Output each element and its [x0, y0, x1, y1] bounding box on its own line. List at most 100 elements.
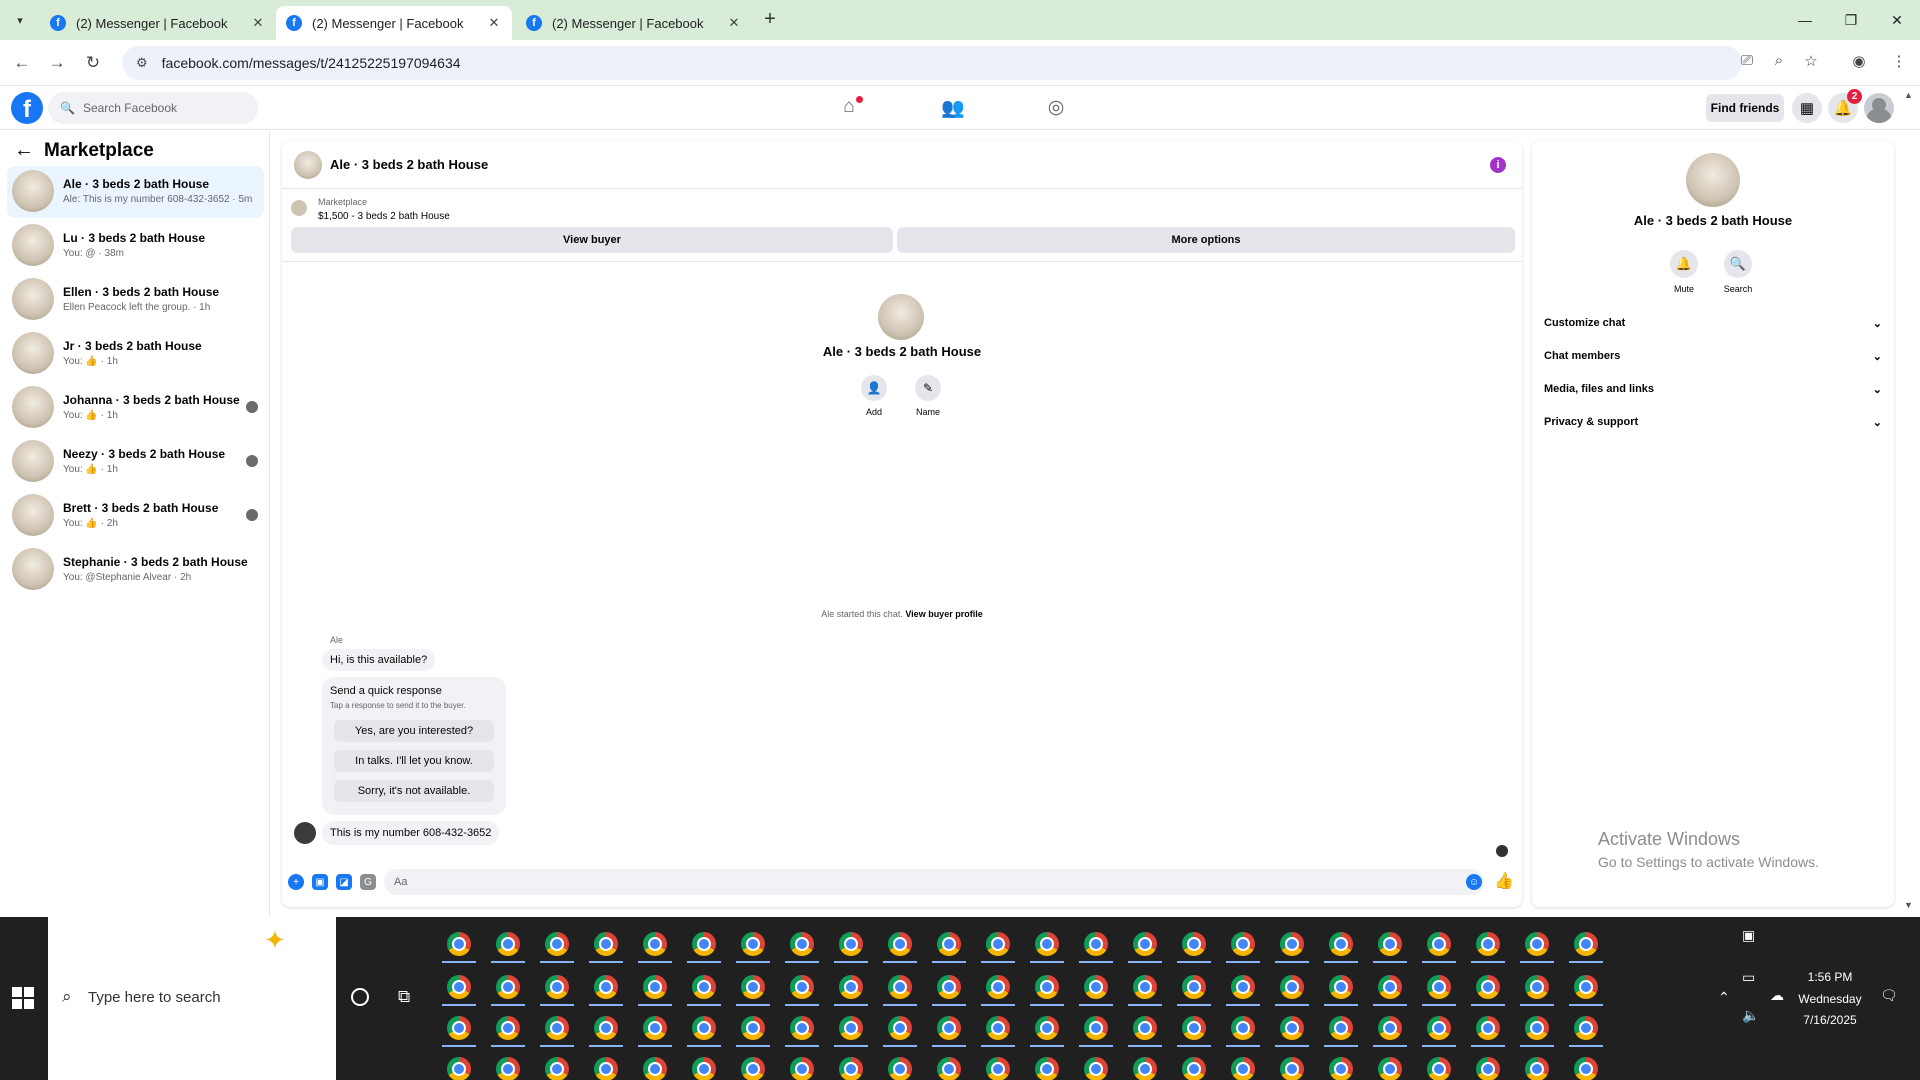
chrome-taskbar-icon[interactable] [1476, 1016, 1500, 1040]
chrome-taskbar-icon[interactable] [1574, 1057, 1598, 1080]
chrome-taskbar-icon[interactable] [986, 1016, 1010, 1040]
chrome-taskbar-icon[interactable] [496, 932, 520, 956]
chrome-taskbar-icon[interactable] [1574, 932, 1598, 956]
chrome-taskbar-icon[interactable] [741, 975, 765, 999]
chrome-taskbar-icon[interactable] [692, 932, 716, 956]
chrome-taskbar-icon[interactable] [1525, 975, 1549, 999]
friends-icon[interactable]: 👥 [940, 96, 966, 122]
chrome-taskbar-icon[interactable] [1084, 932, 1108, 956]
chrome-taskbar-icon[interactable] [1182, 1057, 1206, 1080]
message-input[interactable]: Aa [384, 869, 1484, 895]
taskbar-search-box[interactable]: ⌕ Type here to search ✦ [48, 917, 336, 1080]
menu-grid-icon[interactable]: ▦ [1792, 93, 1822, 123]
network-icon[interactable]: ▭ [1742, 969, 1755, 986]
chrome-taskbar-icon[interactable] [594, 932, 618, 956]
chrome-taskbar-icon[interactable] [1329, 932, 1353, 956]
chrome-taskbar-icon[interactable] [1525, 1057, 1549, 1080]
conversation-item[interactable]: Lu · 3 beds 2 bath House You: @ · 38m [7, 220, 264, 272]
chrome-taskbar-icon[interactable] [937, 932, 961, 956]
chrome-taskbar-icon[interactable] [692, 1057, 716, 1080]
gif-icon[interactable]: G [360, 874, 376, 890]
conversation-info-icon[interactable]: i [1490, 157, 1506, 173]
mute-action[interactable]: 🔔 Mute [1659, 250, 1709, 294]
chrome-taskbar-icon[interactable] [1035, 1016, 1059, 1040]
chrome-taskbar-icon[interactable] [1378, 1016, 1402, 1040]
search-action[interactable]: 🔍 Search [1713, 250, 1763, 294]
chrome-taskbar-icon[interactable] [888, 975, 912, 999]
notification-center-icon[interactable]: 🗨 [1880, 987, 1898, 1004]
chrome-taskbar-icon[interactable] [1427, 1057, 1451, 1080]
close-icon[interactable]: ✕ [726, 15, 742, 31]
conversation-item[interactable]: Neezy · 3 beds 2 bath House You: 👍 · 1h [7, 436, 264, 488]
chrome-taskbar-icon[interactable] [1133, 1057, 1157, 1080]
browser-tab-3[interactable]: f (2) Messenger | Facebook ✕ [516, 6, 752, 40]
chrome-taskbar-icon[interactable] [986, 932, 1010, 956]
view-buyer-profile-link[interactable]: View buyer profile [905, 609, 982, 619]
chrome-taskbar-icon[interactable] [447, 1057, 471, 1080]
chrome-taskbar-icon[interactable] [790, 932, 814, 956]
chrome-taskbar-icon[interactable] [937, 1057, 961, 1080]
chrome-taskbar-icon[interactable] [741, 1016, 765, 1040]
chrome-taskbar-icon[interactable] [496, 1016, 520, 1040]
chrome-taskbar-icon[interactable] [1133, 975, 1157, 999]
chrome-taskbar-icon[interactable] [1231, 975, 1255, 999]
chrome-taskbar-icon[interactable] [1427, 1016, 1451, 1040]
chat-title[interactable]: Ale · 3 beds 2 bath House [330, 157, 488, 172]
chrome-taskbar-icon[interactable] [839, 975, 863, 999]
chrome-taskbar-icon[interactable] [1329, 975, 1353, 999]
chrome-taskbar-icon[interactable] [496, 1057, 520, 1080]
name-chat-action[interactable]: ✎ Name [903, 375, 953, 417]
tray-chevron-up-icon[interactable]: ⌃ [1718, 989, 1730, 1006]
photo-icon[interactable]: ▣ [312, 874, 328, 890]
chrome-taskbar-icon[interactable] [1476, 1057, 1500, 1080]
quick-response-option[interactable]: In talks. I'll let you know. [334, 750, 494, 772]
chrome-taskbar-icon[interactable] [1182, 1016, 1206, 1040]
account-avatar[interactable] [1864, 93, 1894, 123]
chrome-taskbar-icon[interactable] [1182, 975, 1206, 999]
find-friends-button[interactable]: Find friends [1706, 94, 1784, 122]
chrome-taskbar-icon[interactable] [1133, 932, 1157, 956]
chrome-taskbar-icon[interactable] [1084, 1016, 1108, 1040]
chrome-taskbar-icon[interactable] [1378, 975, 1402, 999]
facebook-search-input[interactable]: 🔍 Search Facebook [48, 92, 258, 124]
conversation-item[interactable]: Ellen · 3 beds 2 bath House Ellen Peacoc… [7, 274, 264, 326]
chrome-taskbar-icon[interactable] [545, 1016, 569, 1040]
chrome-taskbar-icon[interactable] [1084, 1057, 1108, 1080]
scroll-down-icon[interactable]: ▼ [1904, 900, 1913, 910]
chrome-taskbar-icon[interactable] [447, 1016, 471, 1040]
section-customize-chat[interactable]: Customize chat ⌄ [1544, 310, 1882, 336]
plus-icon[interactable]: + [288, 874, 304, 890]
back-arrow-icon[interactable]: ← [14, 139, 34, 162]
chrome-taskbar-icon[interactable] [937, 975, 961, 999]
groups-icon[interactable]: ◎ [1043, 96, 1069, 122]
chrome-taskbar-icon[interactable] [545, 932, 569, 956]
windows-start-icon[interactable] [12, 987, 34, 1009]
chrome-taskbar-icon[interactable] [643, 932, 667, 956]
sender-avatar[interactable] [294, 822, 316, 844]
chrome-taskbar-icon[interactable] [741, 1057, 765, 1080]
chrome-taskbar-icon[interactable] [888, 1057, 912, 1080]
chrome-taskbar-icon[interactable] [643, 1016, 667, 1040]
chrome-taskbar-icon[interactable] [496, 975, 520, 999]
minimize-icon[interactable]: — [1782, 0, 1828, 40]
chrome-taskbar-icon[interactable] [839, 932, 863, 956]
sticker-icon[interactable]: ◪ [336, 874, 352, 890]
chrome-taskbar-icon[interactable] [692, 1016, 716, 1040]
chrome-taskbar-icon[interactable] [1280, 975, 1304, 999]
clock-time[interactable]: 1:56 PM [1790, 970, 1870, 984]
volume-icon[interactable]: 🔈 [1742, 1007, 1759, 1024]
chrome-taskbar-icon[interactable] [839, 1057, 863, 1080]
listing-price[interactable]: $1,500 - 3 beds 2 bath House [318, 211, 450, 222]
chrome-taskbar-icon[interactable] [1427, 932, 1451, 956]
chrome-taskbar-icon[interactable] [1329, 1057, 1353, 1080]
chrome-taskbar-icon[interactable] [1476, 932, 1500, 956]
chrome-taskbar-icon[interactable] [1231, 932, 1255, 956]
task-view-icon[interactable]: ⧉ [398, 987, 410, 1007]
chrome-taskbar-icon[interactable] [447, 975, 471, 999]
chrome-taskbar-icon[interactable] [1574, 975, 1598, 999]
chrome-taskbar-icon[interactable] [692, 975, 716, 999]
chrome-taskbar-icon[interactable] [1035, 975, 1059, 999]
restore-icon[interactable]: ❐ [1828, 0, 1874, 40]
conversation-item[interactable]: Stephanie · 3 beds 2 bath House You: @St… [7, 544, 264, 596]
zoom-icon[interactable]: ⌕ [1768, 52, 1790, 74]
